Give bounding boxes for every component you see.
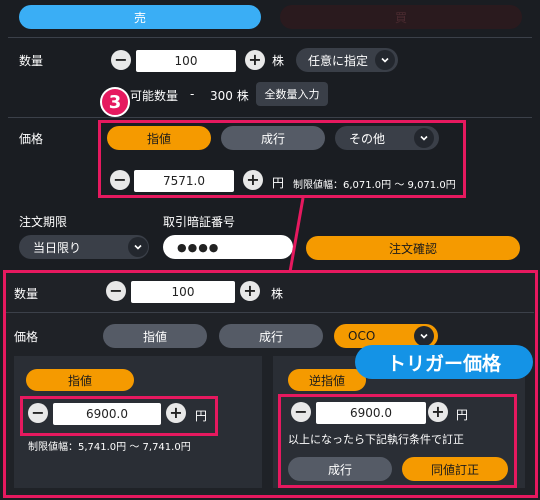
- pin-label: 取引暗証番号: [163, 215, 236, 229]
- oco-price-label: 価格: [14, 330, 39, 344]
- divider: [6, 312, 534, 313]
- buy-tab[interactable]: 買: [280, 5, 522, 29]
- chevron-down-icon[interactable]: [375, 50, 395, 70]
- quantity-decrement-button[interactable]: −: [111, 50, 131, 70]
- available-label: 可能数量: [130, 89, 179, 103]
- oco-left-increment-button[interactable]: +: [166, 403, 186, 423]
- other-select-label: その他: [349, 131, 386, 146]
- trigger-price-badge: トリガー価格: [355, 345, 533, 379]
- price-decrement-button[interactable]: −: [110, 170, 130, 190]
- oco-quantity-label: 数量: [14, 287, 39, 301]
- expiry-label: 注文期限: [19, 215, 68, 229]
- oco-market-button[interactable]: 成行: [219, 324, 323, 348]
- oco-quantity-decrement-button[interactable]: −: [106, 281, 126, 301]
- chevron-down-icon[interactable]: [414, 128, 434, 148]
- oco-quantity-input[interactable]: 100: [131, 281, 235, 303]
- full-qty-button[interactable]: 全数量入力: [256, 82, 328, 106]
- divider: [8, 117, 532, 118]
- price-input[interactable]: 7571.0: [134, 170, 234, 192]
- oco-left-limit-tab[interactable]: 指値: [26, 369, 134, 391]
- oco-shares-unit: 株: [271, 287, 284, 301]
- available-dash: -: [190, 87, 195, 101]
- oco-left-price-range: 制限値幅：5,741.0円 ～ 7,741.0円: [28, 442, 191, 453]
- oco-right-increment-button[interactable]: +: [428, 402, 448, 422]
- expiry-select-label: 当日限り: [33, 240, 82, 255]
- shares-unit: 株: [272, 54, 285, 68]
- oco-stop-tab[interactable]: 逆指値: [288, 369, 366, 391]
- limit-button[interactable]: 指値: [107, 126, 211, 150]
- same-price-button[interactable]: 同値訂正: [402, 457, 508, 481]
- oco-right-market-button[interactable]: 成行: [288, 457, 392, 481]
- divider: [8, 37, 532, 38]
- oco-condition-text: 以上になったら下記執行条件で訂正: [288, 433, 464, 446]
- market-button[interactable]: 成行: [221, 126, 325, 150]
- oco-left-yen-unit: 円: [195, 409, 208, 423]
- quantity-input[interactable]: 100: [136, 50, 236, 72]
- oco-left-decrement-button[interactable]: −: [28, 403, 48, 423]
- oco-limit-button[interactable]: 指値: [103, 324, 207, 348]
- confirm-button[interactable]: 注文確認: [306, 236, 520, 260]
- price-range: 制限値幅：6,071.0円 ～ 9,071.0円: [293, 180, 456, 191]
- chevron-down-icon[interactable]: [414, 326, 434, 346]
- pin-input[interactable]: ●●●●: [163, 235, 293, 259]
- price-label: 価格: [19, 132, 44, 146]
- oco-right-decrement-button[interactable]: −: [291, 402, 311, 422]
- step-badge-number: 3: [108, 91, 122, 113]
- yen-unit: 円: [272, 176, 285, 190]
- oco-right-yen-unit: 円: [456, 408, 469, 422]
- oco-quantity-increment-button[interactable]: +: [240, 281, 260, 301]
- price-increment-button[interactable]: +: [243, 170, 263, 190]
- quantity-label: 数量: [19, 54, 44, 68]
- step-badge: 3: [100, 87, 130, 117]
- chevron-down-icon[interactable]: [128, 237, 148, 257]
- trigger-price-label: トリガー価格: [386, 352, 501, 375]
- sell-tab[interactable]: 売: [19, 5, 261, 29]
- available-value: 300 株: [210, 89, 249, 103]
- quantity-increment-button[interactable]: +: [245, 50, 265, 70]
- custom-qty-label: 任意に指定: [308, 53, 369, 68]
- oco-left-price-input[interactable]: 6900.0: [53, 403, 161, 425]
- oco-right-price-input[interactable]: 6900.0: [316, 402, 426, 424]
- oco-select-label: OCO: [348, 329, 376, 343]
